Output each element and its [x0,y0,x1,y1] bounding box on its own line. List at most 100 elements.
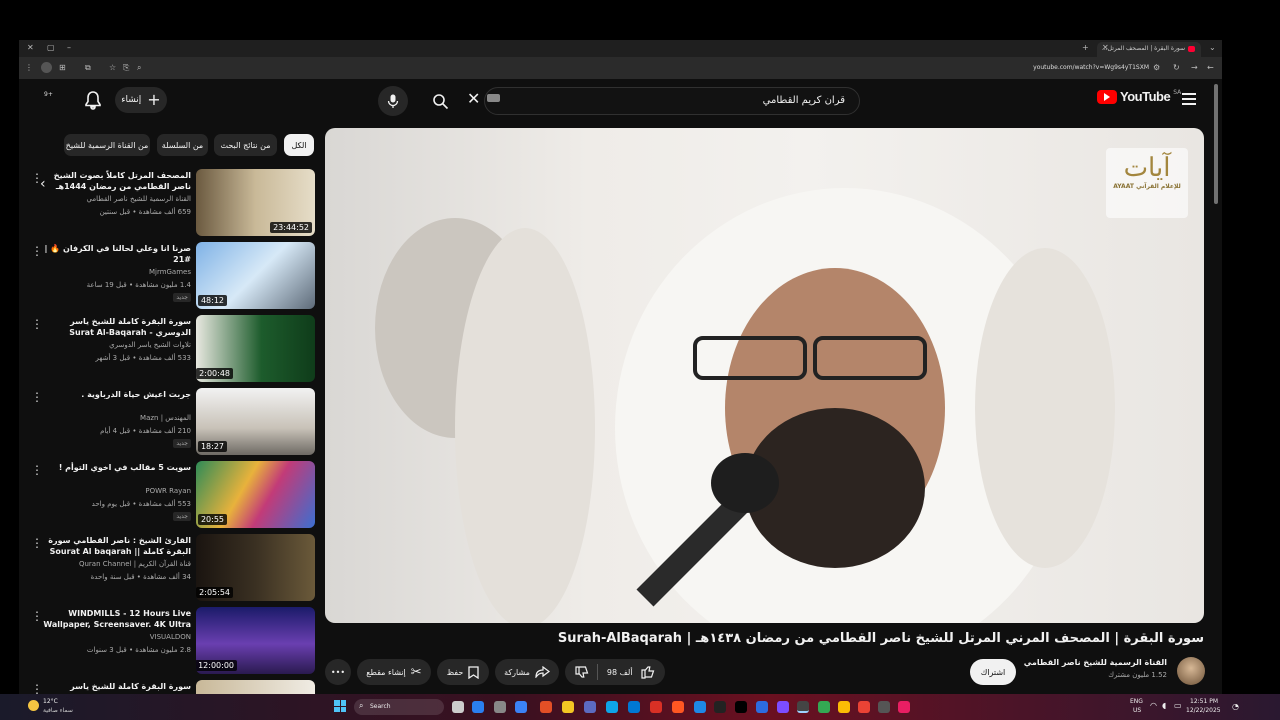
outlook-icon[interactable] [515,701,527,713]
chrome-icon-active[interactable] [797,701,809,713]
chip-series[interactable]: من السلسلة [157,134,208,156]
video-title[interactable]: جربت اعيش حياة الدرباوية . [41,389,191,400]
back-icon[interactable]: ← [1207,64,1214,72]
channel-name[interactable]: POWR Rayan [41,487,191,495]
tiktok-icon[interactable] [735,701,747,713]
video-title[interactable]: صرنا انا وعلي لحالنا في الكرفان 🔥 | #21 [41,243,191,265]
volume-icon[interactable]: ◖ [1162,701,1166,710]
list-item[interactable]: 12:00:00 WINDMILLS - 12 Hours Live Wallp… [19,607,315,675]
restore-icon[interactable]: ▢ [47,44,55,52]
video-thumbnail[interactable]: 18:27 [196,388,315,455]
subscribe-button[interactable]: اشتراك [970,659,1016,685]
list-item[interactable]: 2:00:48 سورة البقرة كاملة للشيخ ياسر الد… [19,315,315,383]
chip-all[interactable]: الكل [284,134,314,156]
list-item[interactable]: 23:44:52 المصحف المرتل كاملاً بصوت الشيخ… [19,169,315,237]
chip-channel[interactable]: من القناة الرسمية للشيخ [64,134,150,156]
minimize-icon[interactable]: – [67,44,71,52]
forward-icon[interactable]: → [1191,64,1198,72]
youtube-logo[interactable]: YouTube SA [1097,89,1181,104]
video-player[interactable]: آيات AYAAT للإعلام القرآني [325,128,1204,623]
app-icon-8[interactable] [838,701,850,713]
more-options-icon[interactable]: ⋮ [31,171,43,185]
bookmark-star-icon[interactable]: ☆ [109,64,116,72]
notifications-bell-icon[interactable] [81,89,105,113]
video-title[interactable]: سورة البقرة كاملة للشيخ ياسر الدوسري - S… [41,316,191,338]
video-title[interactable]: سويت 5 مقالب في اخوي التوأم ! [41,462,191,473]
channel-name[interactable]: القناة الرسمية للشيخ ناصر القطامي [41,195,191,203]
app-icon-6[interactable] [756,701,768,713]
app-icon-9[interactable] [858,701,870,713]
video-thumbnail[interactable]: 2:00:48 [196,315,315,382]
chrome-icon[interactable] [818,701,830,713]
more-options-icon[interactable]: ⋮ [31,609,43,623]
hamburger-menu-icon[interactable] [1182,93,1196,105]
video-title[interactable]: WINDMILLS - 12 Hours Live Wallpaper, Scr… [41,608,191,630]
video-thumbnail[interactable]: 12:00:00 [196,607,315,674]
new-tab-icon[interactable]: + [1082,44,1089,52]
share-page-icon[interactable]: ⎘ [123,64,129,72]
video-thumbnail[interactable]: 20:55 [196,461,315,528]
more-options-icon[interactable]: ⋮ [31,536,43,550]
site-info-icon[interactable]: ⚙ [1153,64,1160,72]
more-options-icon[interactable]: ⋮ [31,390,43,404]
video-thumbnail[interactable]: 2:05:54 [196,534,315,601]
app-icon-3[interactable] [672,701,684,713]
widgets-icon[interactable] [472,701,484,713]
edge-browser-icon[interactable] [628,701,640,713]
close-tab-icon[interactable]: ✕ [1102,44,1109,52]
weather-moon-icon[interactable] [28,700,39,711]
channel-name[interactable]: قناة القرآن الكريم | Quran Channel [41,560,191,568]
search-input[interactable]: قران كريم القطامي [484,87,860,115]
video-title[interactable]: القارئ الشيخ : ناصر القطامي سورة البقرة … [41,535,191,557]
zoom-icon[interactable]: ⌕ [137,64,141,72]
video-thumbnail[interactable]: 23:44:52 [196,169,315,236]
search-button[interactable] [425,87,455,115]
video-thumbnail[interactable] [196,680,315,695]
app-icon-1[interactable] [540,701,552,713]
app-icon-11[interactable] [898,701,910,713]
channel-name[interactable]: المهندس | Mazn [41,414,191,422]
tab-youtube[interactable]: سورة البقرة | المصحف المرتل... [1097,42,1201,57]
more-options-icon[interactable]: ⋮ [31,317,43,331]
share-button[interactable]: مشاركة [495,659,559,685]
photos-icon[interactable] [606,701,618,713]
mail-icon[interactable] [494,701,506,713]
taskbar-search-box[interactable]: ⌕ Search [354,699,444,715]
extensions-icon[interactable]: ⊞ [59,64,66,72]
keyboard-icon[interactable] [487,94,500,102]
notification-center-icon[interactable]: ◔ [1232,702,1239,711]
menu-dots-icon[interactable]: ⋮ [25,64,33,72]
battery-icon[interactable]: ▭ [1174,701,1182,710]
list-item[interactable]: 2:05:54 القارئ الشيخ : ناصر القطامي سورة… [19,534,315,602]
channel-avatar[interactable] [1177,657,1205,685]
voice-search-button[interactable] [378,86,408,116]
like-icon[interactable] [641,665,655,679]
list-item[interactable]: 48:12 صرنا انا وعلي لحالنا في الكرفان 🔥 … [19,242,315,310]
save-button[interactable]: حفظ [437,659,489,685]
windows-start-icon[interactable] [334,700,346,712]
app-icon-7[interactable] [777,701,789,713]
url-field[interactable]: youtube.com/watch?v=Wg9s4yT1SXM [1019,64,1149,71]
video-thumbnail[interactable]: 48:12 [196,242,315,309]
video-title[interactable]: سورة البقرة كاملة للشيخ ياسر الدوسري | [41,681,191,695]
create-button[interactable]: إنشاء + [115,87,167,113]
channel-name[interactable]: MjrmGames [41,268,191,276]
video-title[interactable]: المصحف المرتل كاملاً بصوت الشيخ ناصر الق… [41,170,191,192]
task-view-icon[interactable] [452,701,464,713]
channel-name[interactable]: القناة الرسمية للشيخ ناصر القطامي [1024,658,1167,667]
clock-time[interactable]: 12:51 PM [1190,698,1218,705]
tab-list-icon[interactable]: ⌄ [1209,44,1216,52]
tab-group-icon[interactable]: ⧉ [85,64,91,72]
page-scrollbar[interactable] [1214,84,1218,204]
channel-name[interactable]: VISUALDON [41,633,191,641]
input-language[interactable]: ENG [1130,698,1143,705]
clip-button[interactable]: إنشاء مقطع ✂ [357,659,431,685]
close-window-icon[interactable]: ✕ [27,44,34,52]
wifi-icon[interactable]: ◠ [1150,701,1157,710]
list-item[interactable]: سورة البقرة كاملة للشيخ ياسر الدوسري | ⋮ [19,680,315,695]
clear-search-icon[interactable]: ✕ [467,89,480,108]
list-item[interactable]: 20:55 سويت 5 مقالب في اخوي التوأم ! POWR… [19,461,315,529]
app-icon-2[interactable] [650,701,662,713]
profile-avatar[interactable] [41,62,52,73]
reload-icon[interactable]: ↻ [1173,64,1180,72]
